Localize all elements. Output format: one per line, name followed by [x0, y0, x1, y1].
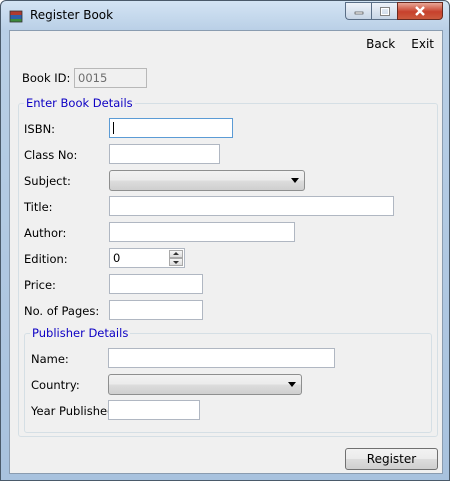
close-icon [415, 6, 425, 16]
close-button[interactable] [397, 2, 443, 20]
window-title: Register Book [30, 8, 114, 22]
title-input[interactable] [109, 196, 394, 216]
spin-down-icon[interactable] [169, 258, 183, 266]
subject-label: Subject: [24, 174, 71, 188]
minimize-icon [354, 11, 363, 15]
menu-item-back[interactable]: Back [358, 31, 403, 57]
author-label: Author: [24, 226, 67, 240]
spinner-buttons [169, 250, 183, 266]
pages-input[interactable] [109, 300, 203, 320]
publisher-details-title: Publisher Details [30, 326, 131, 340]
register-button[interactable]: Register [345, 448, 438, 470]
edition-value: 0 [113, 251, 121, 265]
book-id-label: Book ID: [22, 71, 71, 85]
year-published-label: Year Published: [31, 404, 119, 418]
menu-item-exit[interactable]: Exit [403, 31, 442, 57]
class-no-input[interactable] [109, 144, 220, 164]
publisher-name-input[interactable] [108, 348, 335, 368]
edition-label: Edition: [24, 252, 68, 266]
form-client-area: Back Exit Book ID: 0015 Enter Book Detai… [9, 30, 443, 474]
publisher-name-label: Name: [31, 352, 69, 366]
minimize-button[interactable] [345, 2, 371, 20]
class-no-label: Class No: [24, 148, 78, 162]
register-book-window: Register Book Back Exit Book ID: 0015 En… [0, 0, 450, 481]
subject-dropdown[interactable] [109, 170, 305, 191]
author-input[interactable] [109, 222, 295, 242]
spin-up-icon[interactable] [169, 250, 183, 258]
maximize-icon [379, 6, 390, 16]
price-input[interactable] [109, 274, 203, 294]
country-label: Country: [31, 378, 80, 392]
year-published-input[interactable] [108, 400, 200, 420]
dropdown-arrow-icon [288, 382, 296, 387]
isbn-label: ISBN: [24, 122, 56, 136]
book-details-title: Enter Book Details [24, 96, 135, 110]
book-id-field: 0015 [74, 68, 147, 88]
price-label: Price: [24, 278, 56, 292]
country-dropdown[interactable] [108, 374, 302, 395]
title-label: Title: [24, 200, 53, 214]
title-bar[interactable]: Register Book [1, 1, 449, 30]
isbn-input[interactable] [109, 118, 233, 138]
pages-label: No. of Pages: [24, 304, 100, 318]
book-stack-icon [9, 10, 23, 23]
dropdown-arrow-icon [291, 178, 299, 183]
text-caret [113, 122, 114, 134]
maximize-button[interactable] [371, 2, 397, 20]
menu-bar: Back Exit [358, 31, 442, 57]
edition-spinner[interactable]: 0 [109, 248, 185, 268]
